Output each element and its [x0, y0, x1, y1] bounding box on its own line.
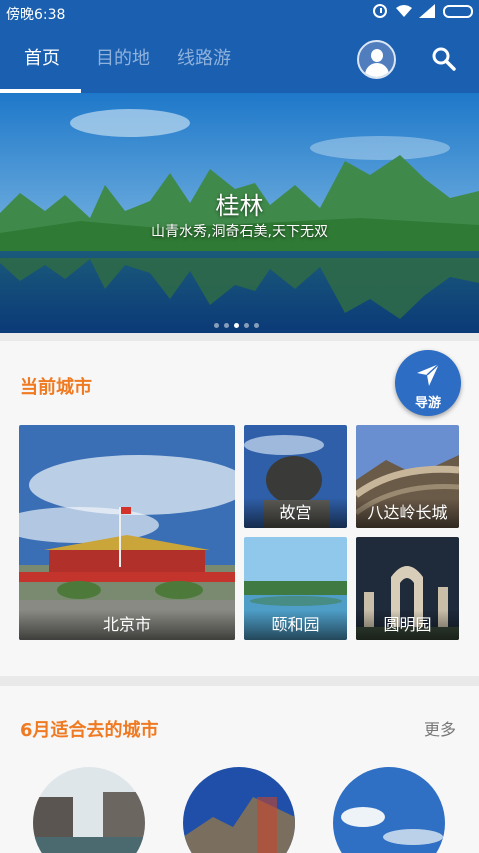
- app-bar: 首页 目的地 线路游: [0, 25, 479, 93]
- navigation-arrow-icon: [417, 363, 440, 386]
- section-title-june-cities: 6月适合去的城市: [20, 720, 159, 741]
- banner-subtitle: 山青水秀,洞奇石美,天下无双: [151, 224, 328, 240]
- guide-button[interactable]: 导游: [395, 350, 461, 416]
- guide-label: 导游: [414, 396, 441, 411]
- status-time: 傍晚6:38: [6, 7, 66, 23]
- attraction-tile-summer-palace[interactable]: 颐和园: [244, 537, 347, 640]
- battery-icon: [443, 4, 473, 18]
- carousel-dot[interactable]: [254, 323, 259, 328]
- sky-city-image: [333, 767, 445, 853]
- june-cities-section: 6月适合去的城市 更多: [0, 686, 479, 853]
- attraction-tile-forbidden-city[interactable]: 故宫: [244, 425, 347, 528]
- attraction-label: 圆明园: [356, 610, 459, 640]
- wifi-icon: [395, 4, 412, 18]
- alarm-icon: [373, 4, 387, 18]
- carousel-dot[interactable]: [214, 323, 219, 328]
- search-icon[interactable]: [430, 45, 458, 73]
- city-circle-rock-carving[interactable]: [183, 767, 295, 853]
- status-bar: 傍晚6:38: [0, 0, 479, 25]
- signal-icon: [419, 4, 435, 18]
- more-link[interactable]: 更多: [424, 716, 456, 740]
- carousel-indicator: [214, 323, 259, 328]
- carousel-dot-active[interactable]: [234, 323, 239, 328]
- attraction-label: 八达岭长城: [356, 498, 459, 528]
- tab-destination[interactable]: 目的地: [96, 25, 150, 93]
- city-circle-water-town[interactable]: [33, 767, 145, 853]
- current-city-section: 当前城市 导游 北京市 故宫 八达岭长城 颐和园 圆明园: [0, 341, 479, 676]
- attraction-tile-great-wall[interactable]: 八达岭长城: [356, 425, 459, 528]
- tab-home[interactable]: 首页: [24, 25, 60, 93]
- carousel-dot[interactable]: [244, 323, 249, 328]
- beijing-image: [19, 425, 235, 640]
- section-title-current-city: 当前城市: [20, 377, 92, 398]
- banner-carousel[interactable]: 桂林 山青水秀,洞奇石美,天下无双: [0, 93, 479, 333]
- attraction-tile-old-summer-palace[interactable]: 圆明园: [356, 537, 459, 640]
- carousel-dot[interactable]: [224, 323, 229, 328]
- user-avatar[interactable]: [357, 40, 396, 79]
- city-tile-label: 北京市: [19, 610, 235, 640]
- rock-carving-image: [183, 767, 295, 853]
- attraction-label: 故宫: [244, 498, 347, 528]
- banner-title: 桂林: [215, 192, 264, 220]
- city-tile-beijing[interactable]: 北京市: [19, 425, 235, 640]
- tab-route-tour[interactable]: 线路游: [177, 25, 231, 93]
- city-circle-sky[interactable]: [333, 767, 445, 853]
- attraction-label: 颐和园: [244, 610, 347, 640]
- water-town-image: [33, 767, 145, 853]
